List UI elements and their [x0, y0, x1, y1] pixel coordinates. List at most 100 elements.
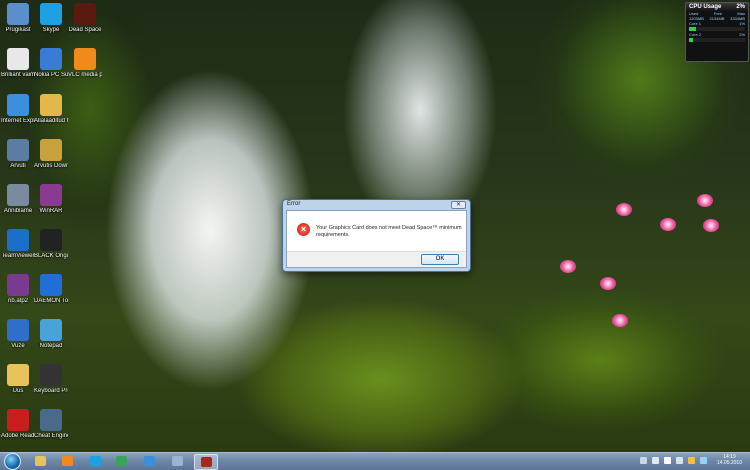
desktop-icon[interactable]: Arvuti [1, 139, 35, 170]
desktop-icon[interactable]: Uus [1, 364, 35, 395]
taskbar-button[interactable] [29, 454, 51, 468]
tray-up-arrow-icon[interactable] [640, 457, 647, 464]
desktop-icon[interactable]: Allalaaditud failid otsetee [34, 94, 68, 125]
taskbar-button[interactable] [194, 454, 218, 470]
dialog-title: Error [287, 201, 301, 207]
dead-space-icon [200, 457, 212, 467]
desktop-icon[interactable]: VLC media player [68, 48, 102, 79]
flower [660, 218, 676, 231]
desktop-icon[interactable]: Skype [34, 3, 68, 34]
desktop-icon-label: rib.atp2 [7, 298, 28, 304]
gadget-cell: Core 2 [689, 32, 702, 37]
dialog-titlebar[interactable]: Error ✕ [283, 200, 470, 209]
gadget-total: 2% [736, 4, 745, 10]
error-icon: × [297, 223, 310, 236]
desktop-icon-label: Nokia PC Suite [34, 72, 68, 78]
desktop-icon-label: Vuze [11, 343, 25, 349]
gadget-cell: 2% [739, 32, 745, 37]
gadget-cell: 1% [739, 21, 745, 26]
vlc-icon [74, 48, 96, 70]
desktop-icon[interactable]: Arvutis Downloa... [34, 139, 68, 170]
desktop-icon[interactable]: Internet Explorer [1, 94, 35, 125]
winrar-icon [40, 184, 62, 206]
error-dialog: Error ✕ × Your Graphics Card does not me… [282, 199, 471, 272]
tray-flag-icon[interactable] [664, 457, 671, 464]
vuze-icon [7, 319, 29, 341]
notepad-icon [7, 48, 29, 70]
desktop-icon[interactable]: Cheat Engine [34, 409, 68, 440]
desktop-icon[interactable]: rib.atp2 [1, 274, 35, 305]
desktop-icon-label: Arvutis Downloa... [34, 163, 68, 169]
desktop-icon[interactable]: BLACK Origins [34, 229, 68, 260]
desktop-icon[interactable]: WinRAR [34, 184, 68, 215]
game-icon [7, 184, 29, 206]
gadget-row: Core 1 1% [686, 21, 748, 26]
folder-shortcut-icon [40, 94, 62, 116]
flower [616, 203, 632, 216]
flower [612, 314, 628, 327]
internet-explorer-icon [143, 456, 155, 466]
desktop-icon-label: Anniblame [3, 208, 33, 214]
desktop-icon[interactable]: Vuze [1, 319, 35, 350]
desktop-icon-label: Allalaaditud failid otsetee [34, 118, 68, 124]
flower [703, 219, 719, 232]
taskbar-button[interactable] [56, 454, 78, 468]
gadget-cell: Core 1 [689, 21, 702, 26]
internet-explorer-icon [7, 94, 29, 116]
tray-volume-icon[interactable] [676, 457, 683, 464]
taskbar-button[interactable] [138, 454, 160, 468]
desktop-icon[interactable]: Prügikast [1, 3, 35, 34]
computer-icon [7, 139, 29, 161]
notepad-icon [171, 456, 183, 466]
core-1-bar [689, 27, 745, 31]
dead-space-icon [74, 3, 96, 25]
ok-button[interactable]: OK [421, 254, 459, 265]
desktop-icon-label: Brilliant vaimine [1, 72, 35, 78]
desktop-icon-label: Arvuti [10, 163, 26, 169]
desktop-icon-label: Skype [42, 27, 60, 33]
desktop-icon[interactable]: DAEMON Tools Lite [34, 274, 68, 305]
desktop-icon[interactable]: Notepad [34, 319, 68, 350]
cpu-usage-gadget[interactable]: CPU Usage 2% Used Free Max 1203MB 2134MB… [685, 2, 749, 62]
core-1-fill [689, 27, 696, 31]
dialog-close-button[interactable]: ✕ [451, 201, 466, 209]
desktop-icon[interactable]: Dead Space [68, 3, 102, 34]
desktop-icon[interactable]: Anniblame [1, 184, 35, 215]
notepad-icon [40, 319, 62, 341]
desktop-icon[interactable]: TeamViewer [1, 229, 35, 260]
skype-icon [89, 456, 101, 466]
taskbar-button[interactable] [84, 454, 106, 468]
daemon-tools-icon [40, 274, 62, 296]
archive-icon [7, 274, 29, 296]
tray-app-icon[interactable] [688, 457, 695, 464]
system-tray: 14:19 14.05.2010 [600, 453, 750, 470]
skype-icon [40, 3, 62, 25]
black-origins-icon [40, 229, 62, 251]
tray-network-icon[interactable] [652, 457, 659, 464]
desktop-icon-label: Internet Explorer [1, 118, 35, 124]
desktop-icon-label: Uus [12, 388, 24, 394]
cheat-engine-icon [40, 409, 62, 431]
gadget-row: Core 2 2% [686, 32, 748, 37]
desktop-icon[interactable]: Keyboard Pro [34, 364, 68, 395]
clock-date: 14.05.2010 [716, 460, 742, 466]
flower [560, 260, 576, 273]
gadget-title: CPU Usage [689, 4, 722, 10]
tray-app-icon[interactable] [700, 457, 707, 464]
desktop-icon[interactable]: Nokia PC Suite [34, 48, 68, 79]
taskbar-clock[interactable]: 14:19 14.05.2010 [717, 454, 742, 466]
desktop-icon-label: BLACK Origins [34, 253, 68, 259]
desktop-icon-label: TeamViewer [1, 253, 35, 259]
desktop-icon-label: Prügikast [5, 27, 31, 33]
desktop-icon-label: WinRAR [39, 208, 63, 214]
recycle-bin-icon [7, 3, 29, 25]
flower [600, 277, 616, 290]
teamviewer-icon [7, 229, 29, 251]
desktop-icon[interactable]: Adobe Reader 9 [1, 409, 35, 440]
taskbar-button[interactable] [166, 454, 188, 468]
core-2-bar [689, 38, 745, 42]
start-button[interactable] [4, 453, 21, 470]
taskbar-button[interactable] [110, 454, 132, 468]
desktop-icon[interactable]: Brilliant vaimine [1, 48, 35, 79]
desktop-icon-label: DAEMON Tools Lite [34, 298, 68, 304]
